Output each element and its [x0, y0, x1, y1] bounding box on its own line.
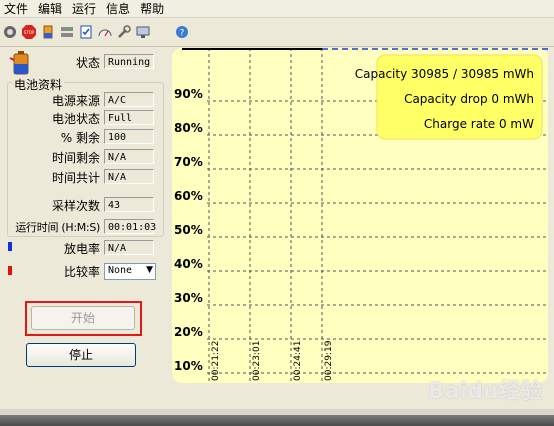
compare-label: 比较率	[63, 265, 100, 279]
checklist-icon[interactable]	[79, 25, 93, 39]
battery-state-value: Full	[104, 110, 154, 125]
discharge-value: N/A	[104, 240, 154, 255]
samples-label: 采样次数	[51, 199, 100, 213]
gauge-icon[interactable]	[98, 25, 112, 39]
info-line: Charge rate 0 mW	[424, 117, 534, 131]
stop-button[interactable]: 停止	[26, 343, 136, 367]
compare-select[interactable]: None ▼	[104, 263, 156, 280]
menu-run[interactable]: 运行	[68, 0, 102, 17]
battery-app-icon	[9, 51, 29, 75]
help-icon[interactable]: ?	[175, 25, 189, 39]
discharge-color-marker	[8, 242, 12, 251]
status-label: 状态	[75, 56, 100, 70]
menu-help[interactable]: 帮助	[136, 0, 170, 17]
x-tick-label: 00:29:19	[324, 340, 334, 381]
compare-color-marker	[8, 266, 12, 275]
battery-chart: 90% 80% 70% 60% 50% 40% 30% 20% 10% 00:21:22 00:23…	[172, 48, 548, 383]
time-remaining-label: 时间剩余	[51, 151, 100, 165]
y-tick-label: 10%	[174, 359, 203, 373]
y-tick-label: 30%	[174, 291, 203, 305]
watermark-logo: Baidu经验	[428, 379, 543, 404]
y-tick-label: 50%	[174, 223, 203, 237]
samples-value: 43	[104, 197, 154, 212]
svg-text:STOP: STOP	[24, 30, 35, 35]
percent-remaining-value: 100	[104, 129, 154, 144]
x-tick-label: 00:21:22	[211, 341, 221, 381]
y-tick-label: 80%	[174, 121, 203, 135]
menu-edit[interactable]: 编辑	[34, 0, 68, 17]
runtime-value: 00:01:03	[104, 219, 156, 234]
power-source-label: 电源来源	[51, 94, 100, 108]
y-tick-label: 40%	[174, 257, 203, 271]
info-line: Capacity 30985 / 30985 mWh	[355, 67, 534, 81]
y-tick-label: 60%	[174, 189, 203, 203]
runtime-label: 运行时间 (H:M:S)	[15, 221, 100, 234]
menu-bar: 文件 编辑 运行 信息 帮助	[0, 0, 554, 18]
y-tick-label: 20%	[174, 325, 203, 339]
drives-icon[interactable]	[60, 25, 74, 39]
menu-info[interactable]: 信息	[102, 0, 136, 17]
chevron-down-icon: ▼	[146, 265, 153, 275]
stop-icon[interactable]: STOP	[22, 25, 36, 39]
x-tick-label: 00:23:01	[252, 341, 262, 381]
y-tick-label: 70%	[174, 155, 203, 169]
percent-remaining-label: % 剩余	[60, 131, 100, 145]
battery-state-label: 电池状态	[51, 112, 100, 126]
menu-file[interactable]: 文件	[0, 0, 34, 17]
battery-icon[interactable]	[41, 25, 55, 39]
discharge-label: 放电率	[63, 242, 100, 256]
screen-icon[interactable]	[136, 25, 150, 39]
left-panel: 状态 Running 电池资料 电源来源 A/C 电池状态 Full % 剩余 …	[0, 47, 170, 415]
gear-icon[interactable]	[3, 25, 17, 39]
y-tick-label: 90%	[174, 87, 203, 101]
time-remaining-value: N/A	[104, 149, 154, 164]
start-button[interactable]: 开始	[31, 306, 135, 330]
wrench-icon[interactable]	[117, 25, 131, 39]
svg-text:?: ?	[180, 29, 185, 39]
time-total-label: 时间共计	[51, 171, 100, 185]
battery-info-title: 电池资料	[12, 78, 65, 92]
power-source-value: A/C	[104, 92, 154, 107]
status-value: Running	[104, 54, 154, 69]
horizontal-scrollbar[interactable]	[0, 415, 554, 426]
x-tick-label: 00:24:41	[293, 341, 303, 381]
compare-select-value: None	[108, 265, 133, 276]
toolbar: STOP ?	[0, 18, 554, 47]
info-line: Capacity drop 0 mWh	[404, 92, 534, 106]
time-total-value: N/A	[104, 169, 154, 184]
